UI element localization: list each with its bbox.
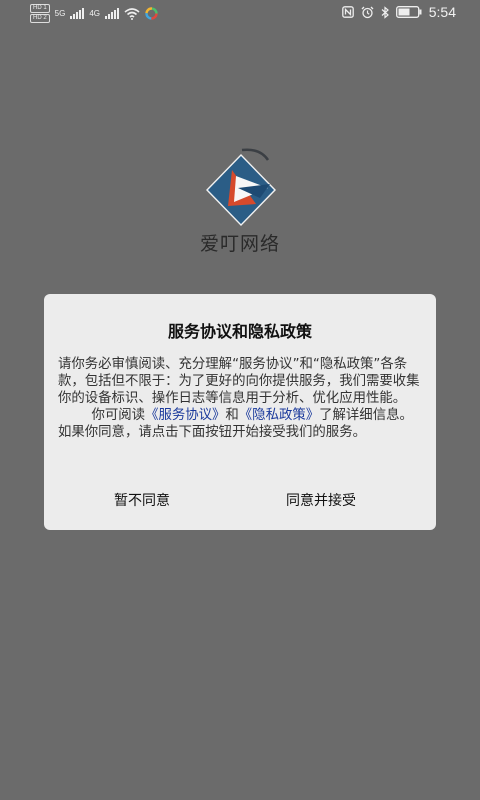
para2-and: 和 <box>225 408 239 423</box>
network-type-5g: 5G <box>54 9 66 18</box>
dialog-title: 服务协议和隐私政策 <box>167 322 312 341</box>
hd1-badge: HD 1 <box>30 4 50 13</box>
app-name: 爱叮网络 <box>199 233 280 255</box>
para2-prefix: 你可阅读 <box>91 408 146 423</box>
service-agreement-link[interactable]: 《服务协议》 <box>145 408 225 423</box>
colorful-app-icon <box>145 7 158 20</box>
battery-icon <box>395 6 422 18</box>
dialog-paragraph-1: 请你务必审慎阅读、充分理解“服务协议”和“隐私政策”各条款，包括但不限于：为了更… <box>58 357 420 406</box>
privacy-dialog: 服务协议和隐私政策 请你务必审慎阅读、充分理解“服务协议”和“隐私政策”各条款，… <box>44 294 436 530</box>
status-bar: HD 1 HD 2 5G 4G 5:54 <box>0 0 480 26</box>
bluetooth-icon <box>381 5 389 19</box>
dialog-body: 请你务必审慎阅读、充分理解“服务协议”和“隐私政策”各条款，包括但不限于：为了更… <box>58 356 422 441</box>
status-bar-left: HD 1 HD 2 5G 4G <box>30 4 158 23</box>
alarm-icon <box>361 6 374 18</box>
signal-icon-2 <box>105 8 120 19</box>
signal-icon <box>70 8 85 19</box>
disagree-button[interactable]: 暂不同意 <box>114 490 170 510</box>
wifi-icon <box>124 7 140 20</box>
agree-button[interactable]: 同意并接受 <box>286 490 356 510</box>
status-bar-right: 5:54 <box>341 4 456 20</box>
privacy-policy-link[interactable]: 《隐私政策》 <box>239 408 319 423</box>
hd2-badge: HD 2 <box>30 14 50 23</box>
dialog-paragraph-2: 你可阅读《服务协议》和《隐私政策》了解详细信息。如果你同意，请点击下面按钮开始接… <box>58 407 422 441</box>
app-logo-icon <box>206 148 276 226</box>
network-type-4g: 4G <box>89 9 101 18</box>
app-logo <box>198 146 284 226</box>
hd-indicators: HD 1 HD 2 <box>30 4 50 23</box>
nfc-icon <box>341 6 354 18</box>
clock: 5:54 <box>428 4 456 20</box>
